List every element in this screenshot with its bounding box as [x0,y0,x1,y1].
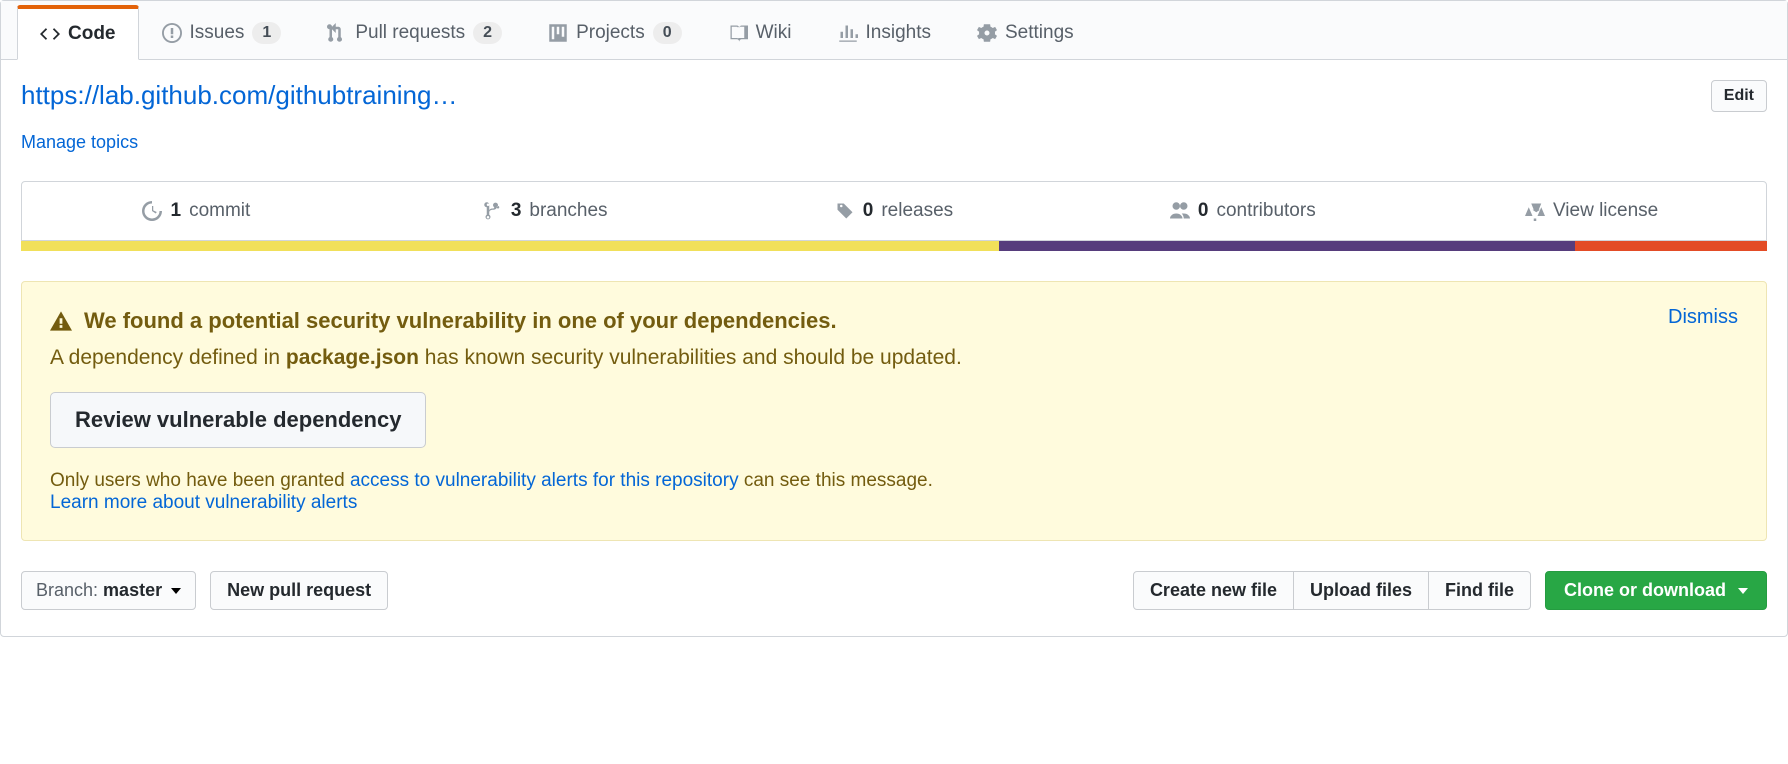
caret-down-icon [1738,588,1748,594]
project-icon [548,23,568,43]
alert-footer: Only users who have been granted access … [50,470,1738,514]
tab-wiki[interactable]: Wiki [705,5,815,59]
tab-label: Pull requests [355,22,465,44]
graph-icon [838,23,858,43]
tab-label: Wiki [756,22,792,44]
repo-url-link[interactable]: https://lab.github.com/githubtraining… [21,80,457,111]
manage-topics-link[interactable]: Manage topics [21,132,138,153]
book-icon [728,23,748,43]
branches-count: 3 [511,200,522,222]
alert-title-text: We found a potential security vulnerabil… [84,308,837,334]
edit-button[interactable]: Edit [1711,80,1767,112]
alert-description: A dependency defined in package.json has… [50,346,1738,370]
file-actions-group: Create new file Upload files Find file [1133,571,1531,610]
dismiss-link[interactable]: Dismiss [1668,306,1738,329]
commits-label: commit [189,200,250,222]
review-dependency-button[interactable]: Review vulnerable dependency [50,392,426,448]
tab-label: Insights [866,22,931,44]
issues-count: 1 [252,22,281,44]
vulnerable-file: package.json [286,346,419,369]
learn-more-link[interactable]: Learn more about vulnerability alerts [50,492,357,513]
stat-releases[interactable]: 0 releases [720,182,1069,240]
upload-files-button[interactable]: Upload files [1293,571,1429,610]
lang-segment [1575,241,1767,251]
tab-issues[interactable]: Issues 1 [139,5,305,59]
tag-icon [835,201,855,221]
law-icon [1525,201,1545,221]
stat-commits[interactable]: 1 commit [22,182,371,240]
branch-label: Branch: [36,580,103,600]
clone-label: Clone or download [1564,580,1726,601]
toolbar-left: Branch: master New pull request [21,571,388,610]
stat-branches[interactable]: 3 branches [371,182,720,240]
code-icon [40,24,60,44]
clone-download-button[interactable]: Clone or download [1545,571,1767,610]
description-row: https://lab.github.com/githubtraining… E… [21,80,1767,112]
caret-down-icon [171,588,181,594]
gear-icon [977,23,997,43]
people-icon [1170,201,1190,221]
file-toolbar: Branch: master New pull request Create n… [21,571,1767,610]
stat-contributors[interactable]: 0 contributors [1068,182,1417,240]
commits-count: 1 [170,200,181,222]
git-branch-icon [483,201,503,221]
contributors-count: 0 [1198,200,1209,222]
find-file-button[interactable]: Find file [1428,571,1531,610]
license-label: View license [1553,200,1658,222]
language-bar[interactable] [21,241,1767,251]
stat-license[interactable]: View license [1417,182,1766,240]
alert-title: We found a potential security vulnerabil… [50,308,1738,334]
tab-code[interactable]: Code [17,5,139,60]
tab-pull-requests[interactable]: Pull requests 2 [304,5,525,59]
alert-icon [50,310,72,332]
projects-count: 0 [653,22,682,44]
tab-projects[interactable]: Projects 0 [525,5,705,59]
tab-settings[interactable]: Settings [954,5,1097,59]
pulls-count: 2 [473,22,502,44]
repo-tabs: Code Issues 1 Pull requests 2 Projects 0… [1,1,1787,60]
issue-icon [162,23,182,43]
git-pull-request-icon [327,23,347,43]
contributors-label: contributors [1216,200,1315,222]
tab-label: Projects [576,22,645,44]
lang-segment [999,241,1575,251]
access-alerts-link[interactable]: access to vulnerability alerts for this … [350,470,739,491]
stats-bar: 1 commit 3 branches 0 releases 0 contrib… [21,181,1767,241]
branch-select-button[interactable]: Branch: master [21,571,196,610]
history-icon [142,201,162,221]
toolbar-right: Create new file Upload files Find file C… [1133,571,1767,610]
tab-label: Settings [1005,22,1074,44]
security-alert: Dismiss We found a potential security vu… [21,281,1767,541]
new-pull-request-button[interactable]: New pull request [210,571,388,610]
create-file-button[interactable]: Create new file [1133,571,1294,610]
tab-label: Code [68,23,116,45]
lang-segment [21,241,999,251]
releases-label: releases [881,200,953,222]
tab-insights[interactable]: Insights [815,5,954,59]
branches-label: branches [529,200,607,222]
branch-name: master [103,580,162,600]
tab-label: Issues [190,22,245,44]
releases-count: 0 [863,200,874,222]
repo-content: https://lab.github.com/githubtraining… E… [1,60,1787,636]
